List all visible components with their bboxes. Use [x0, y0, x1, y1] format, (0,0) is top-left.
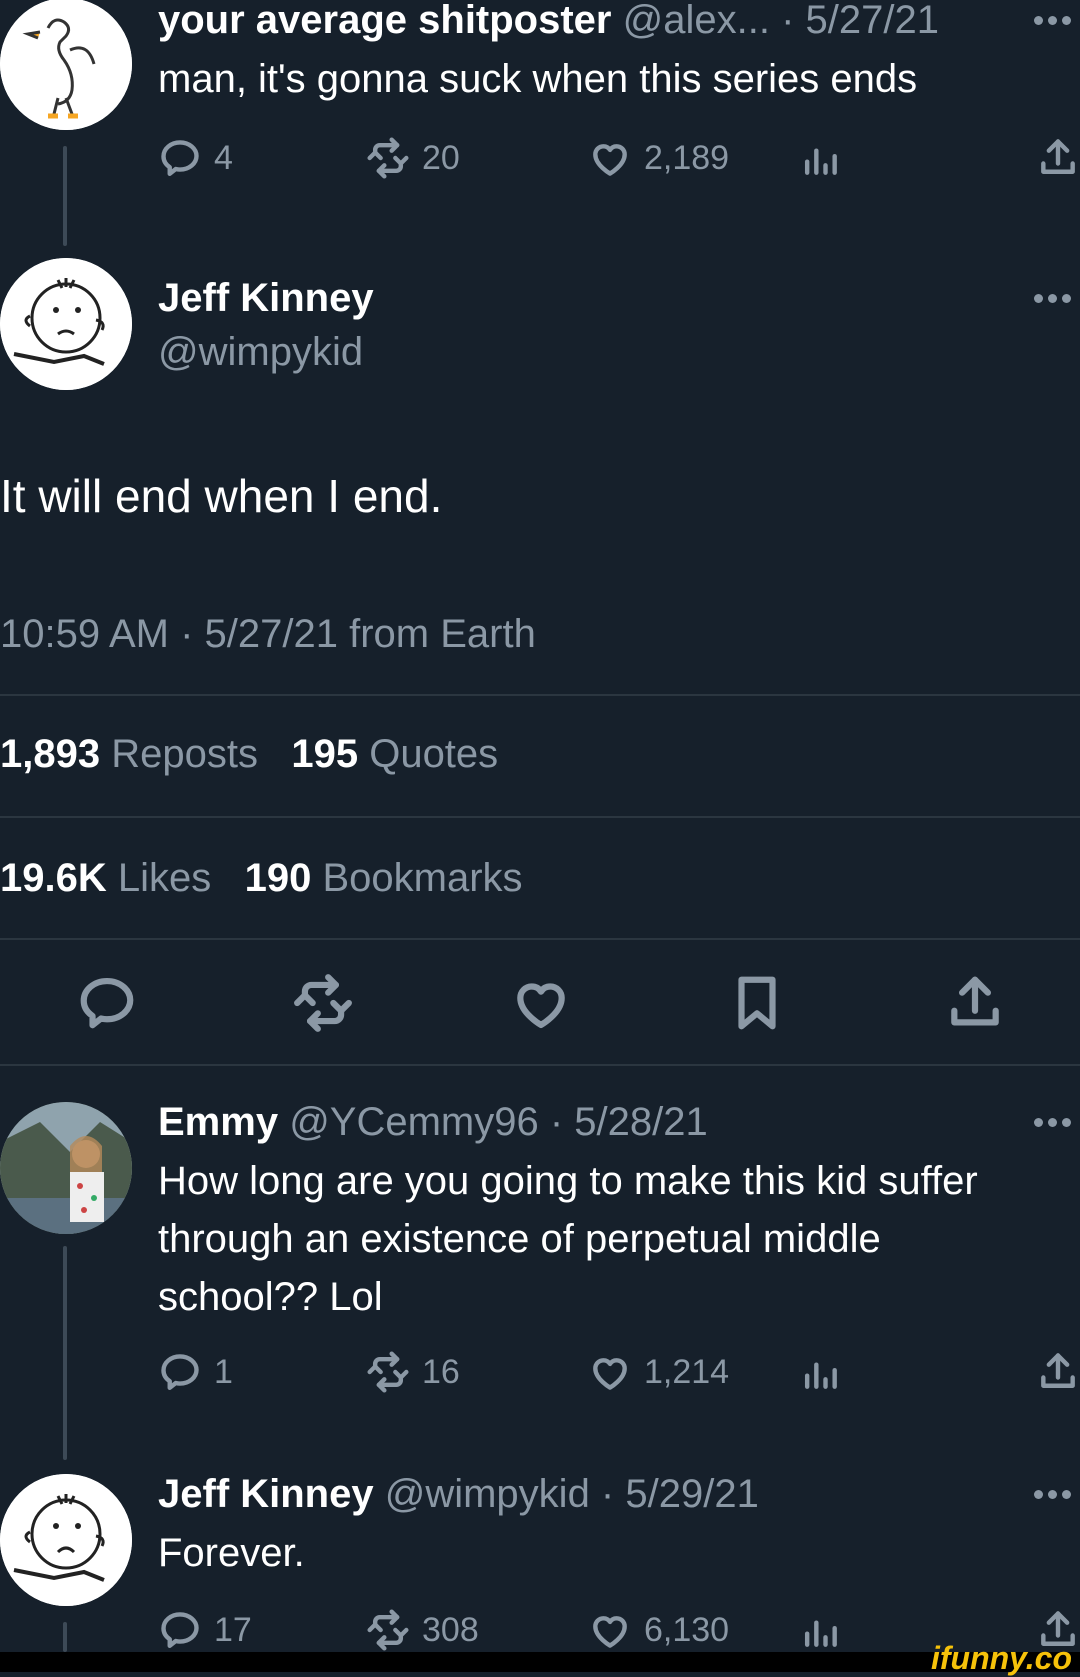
reply-icon — [158, 1350, 202, 1394]
views-icon — [798, 1350, 842, 1394]
reply2-name[interactable]: Jeff Kinney — [158, 1472, 374, 1516]
like-button[interactable]: 6,130 — [588, 1604, 729, 1656]
watermark: ifunny.co — [930, 1640, 1072, 1676]
avatar-wimpykid[interactable] — [0, 258, 132, 390]
repost-button[interactable]: 308 — [366, 1604, 479, 1656]
stats-row-1: 1,893 Reposts 195 Quotes — [0, 732, 498, 777]
bookmark-icon[interactable] — [726, 972, 788, 1034]
tweet1-meta[interactable]: @alex... · 5/27/21 — [623, 0, 939, 42]
bookmarks-count: 190 — [244, 856, 312, 900]
like-icon — [588, 1608, 632, 1652]
profile-photo-icon — [0, 1102, 132, 1234]
views-button[interactable] — [798, 1346, 842, 1398]
bookmarks-stat[interactable]: 190 Bookmarks — [245, 856, 523, 900]
stats-row-2: 19.6K Likes 190 Bookmarks — [0, 856, 523, 901]
reply2-meta[interactable]: @wimpykid · 5/29/21 — [385, 1472, 759, 1516]
divider — [0, 694, 1080, 696]
reply1-meta[interactable]: @YCemmy96 · 5/28/21 — [289, 1100, 708, 1144]
main-name[interactable]: Jeff Kinney — [158, 276, 374, 320]
main-handle[interactable]: @wimpykid — [158, 328, 363, 376]
reply2-more-icon[interactable] — [1034, 1488, 1080, 1500]
repost-icon — [366, 136, 410, 180]
reply-icon — [158, 1608, 202, 1652]
tweet1-header: your average shitposter @alex... · 5/27/… — [158, 0, 939, 44]
tweet1-actions: 4 20 2,189 — [158, 132, 1080, 184]
quotes-stat[interactable]: 195 Quotes — [291, 732, 498, 776]
reply1-header: Emmy @YCemmy96 · 5/28/21 — [158, 1098, 708, 1146]
reply-count: 17 — [214, 1610, 252, 1649]
like-icon — [588, 1350, 632, 1394]
share-button[interactable] — [1036, 1346, 1080, 1398]
share-icon[interactable] — [944, 972, 1006, 1034]
reply1-text: How long are you going to make this kid … — [158, 1159, 978, 1319]
tweet1-more-icon[interactable] — [1034, 14, 1080, 26]
bottom-bar — [0, 1652, 1080, 1672]
divider — [0, 938, 1080, 940]
share-icon — [1036, 1350, 1080, 1394]
reply1-name[interactable]: Emmy — [158, 1100, 278, 1144]
wimpy-kid-icon — [0, 258, 132, 390]
repost-button[interactable]: 20 — [366, 132, 460, 184]
repost-icon — [366, 1350, 410, 1394]
goose-icon — [0, 0, 132, 130]
avatar-emmy[interactable] — [0, 1102, 132, 1234]
reply1-actions: 1 16 1,214 — [158, 1346, 1080, 1398]
like-count: 2,189 — [644, 138, 730, 177]
main-name-row: Jeff Kinney — [158, 274, 374, 322]
likes-stat[interactable]: 19.6K Likes — [0, 856, 211, 900]
tweet1-name[interactable]: your average shitposter — [158, 0, 612, 42]
repost-icon[interactable] — [292, 972, 354, 1034]
bookmarks-label: Bookmarks — [322, 856, 523, 900]
wimpy-kid-icon — [0, 1474, 132, 1606]
reply2-header: Jeff Kinney @wimpykid · 5/29/21 — [158, 1470, 759, 1518]
reply-button[interactable]: 17 — [158, 1604, 252, 1656]
avatar-goose[interactable] — [0, 0, 132, 130]
reply-count: 1 — [214, 1352, 233, 1391]
share-button[interactable] — [1036, 132, 1080, 184]
reply-icon[interactable] — [76, 972, 138, 1034]
reposts-label: Reposts — [111, 732, 258, 776]
likes-label: Likes — [117, 856, 212, 900]
reposts-count: 1,893 — [0, 732, 101, 776]
reply-count: 4 — [214, 138, 233, 177]
reply2-text: Forever. — [158, 1531, 305, 1575]
quotes-count: 195 — [291, 732, 359, 776]
like-icon[interactable] — [510, 972, 572, 1034]
repost-count: 20 — [422, 138, 460, 177]
reply-icon — [158, 136, 202, 180]
thread-line — [63, 146, 67, 246]
like-icon — [588, 136, 632, 180]
main-text: It will end when I end. — [0, 470, 443, 522]
reply1-more-icon[interactable] — [1034, 1116, 1080, 1128]
thread-line — [63, 1622, 67, 1652]
like-button[interactable]: 1,214 — [588, 1346, 729, 1398]
like-button[interactable]: 2,189 — [588, 132, 729, 184]
views-icon — [798, 136, 842, 180]
reposts-stat[interactable]: 1,893 Reposts — [0, 732, 258, 776]
thread-line — [63, 1246, 67, 1460]
reply-button[interactable]: 1 — [158, 1346, 233, 1398]
tweet1-text: man, it's gonna suck when this series en… — [158, 57, 918, 101]
divider — [0, 816, 1080, 818]
repost-count: 16 — [422, 1352, 460, 1391]
like-count: 6,130 — [644, 1610, 730, 1649]
main-more-icon[interactable] — [1034, 292, 1080, 304]
main-timestamp[interactable]: 10:59 AM · 5/27/21 from Earth — [0, 610, 536, 658]
like-count: 1,214 — [644, 1352, 730, 1391]
share-icon — [1036, 136, 1080, 180]
reply-button[interactable]: 4 — [158, 132, 233, 184]
quotes-label: Quotes — [369, 732, 499, 776]
views-icon — [798, 1608, 842, 1652]
repost-button[interactable]: 16 — [366, 1346, 460, 1398]
repost-count: 308 — [422, 1610, 479, 1649]
likes-count: 19.6K — [0, 856, 107, 900]
views-button[interactable] — [798, 1604, 842, 1656]
divider — [0, 1064, 1080, 1066]
repost-icon — [366, 1608, 410, 1652]
views-button[interactable] — [798, 132, 842, 184]
avatar-wimpykid[interactable] — [0, 1474, 132, 1606]
